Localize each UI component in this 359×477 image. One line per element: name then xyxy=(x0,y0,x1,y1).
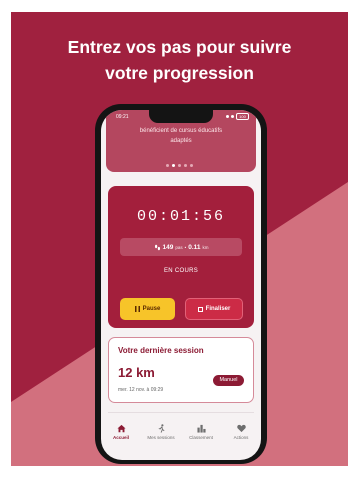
headline-line-1: Entrez vos pas pour suivre xyxy=(67,37,292,57)
headline-line-2: votre progression xyxy=(105,63,254,83)
banner-line-1: bénéficient de cursus éducatifs xyxy=(139,128,223,134)
signal-icon xyxy=(226,115,229,118)
last-session-distance: 12 km xyxy=(118,365,155,380)
pause-icon xyxy=(134,306,140,312)
carousel-dot[interactable] xyxy=(190,164,193,167)
carousel-dot[interactable] xyxy=(172,164,175,167)
nav-item-actions[interactable]: Actions xyxy=(221,424,261,460)
distance-unit: km xyxy=(202,244,209,250)
nav-item-classement[interactable]: Classement xyxy=(181,424,221,460)
nav-label-actions: Actions xyxy=(233,435,249,440)
runner-icon xyxy=(158,424,164,433)
last-session-date: mer. 12 nov. à 09:29 xyxy=(118,387,164,393)
carousel-dot[interactable] xyxy=(184,164,187,167)
nav-item-accueil[interactable]: Accueil xyxy=(101,424,141,460)
nav-item-mes-sessions[interactable]: Mes sessions xyxy=(141,424,181,460)
home-icon xyxy=(116,424,126,433)
session-stats: 149 pas • 0.11 km xyxy=(120,238,242,256)
phone-mockup: 09:21 100 bénéficient de cursus éducatif… xyxy=(95,104,267,464)
session-status: EN COURS xyxy=(163,268,199,274)
footprints-icon xyxy=(154,244,160,250)
promo-headline: Entrez vos pas pour suivre votre progres… xyxy=(11,34,348,86)
battery-icon: 100 xyxy=(236,113,249,120)
session-timer: 00:01:56 xyxy=(136,208,225,225)
stop-square-icon xyxy=(197,306,203,312)
carousel-dot[interactable] xyxy=(178,164,181,167)
promo-canvas: Entrez vos pas pour suivre votre progres… xyxy=(11,12,348,466)
divider xyxy=(108,412,254,413)
steps-value: 149 xyxy=(162,243,174,251)
last-session-title: Votre dernière session xyxy=(118,346,204,355)
pause-button[interactable]: Pause xyxy=(120,298,175,320)
phone-notch xyxy=(149,110,213,123)
finish-button[interactable]: Finaliser xyxy=(185,298,243,320)
heart-icon xyxy=(236,424,246,433)
distance-value: 0.11 xyxy=(188,243,201,251)
wifi-icon xyxy=(231,115,234,118)
nav-label-accueil: Accueil xyxy=(112,435,129,440)
finish-label: Finaliser xyxy=(205,306,231,312)
pause-label: Pause xyxy=(142,306,161,312)
last-session-card[interactable]: Votre dernière session 12 km mer. 12 nov… xyxy=(108,337,254,403)
banner-text: bénéficient de cursus éducatifs adaptés xyxy=(112,126,250,146)
status-time: 09:21 xyxy=(116,114,129,120)
stats-separator: • xyxy=(184,244,187,250)
phone-screen: 09:21 100 bénéficient de cursus éducatif… xyxy=(101,110,261,460)
session-type-badge: Manuel xyxy=(213,375,244,386)
leaderboard-icon xyxy=(196,424,206,433)
bottom-nav: Accueil Mes sessions Classement Actions xyxy=(101,424,261,460)
banner-line-2: adaptés xyxy=(170,138,192,144)
nav-label-classement: Classement xyxy=(189,435,213,440)
steps-unit: pas xyxy=(175,244,183,250)
carousel-indicator[interactable] xyxy=(166,164,193,167)
status-icons: 100 xyxy=(226,113,249,120)
carousel-dot[interactable] xyxy=(166,164,169,167)
active-session-card: 00:01:56 149 pas • 0.11 km EN COURS Paus… xyxy=(108,186,254,328)
nav-label-mes-sessions: Mes sessions xyxy=(147,435,175,440)
